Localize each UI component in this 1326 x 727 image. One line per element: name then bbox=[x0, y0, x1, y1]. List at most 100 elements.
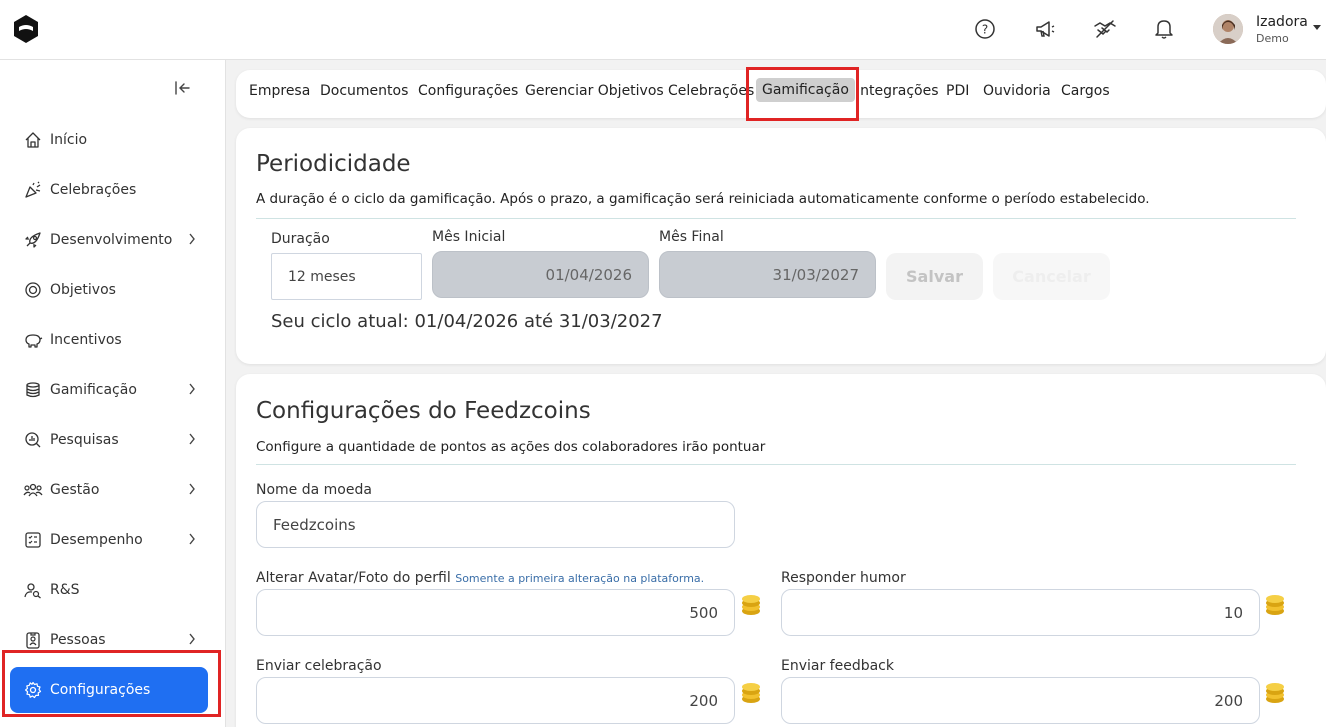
party-icon bbox=[22, 179, 44, 201]
feedback-points-label: Enviar feedback bbox=[781, 658, 894, 674]
mes-final-field: 31/03/2027 bbox=[659, 251, 876, 298]
piggy-bank-icon bbox=[22, 329, 44, 351]
chevron-right-icon bbox=[189, 633, 195, 645]
divider bbox=[256, 464, 1296, 465]
humor-points-input[interactable]: 10 bbox=[781, 589, 1260, 636]
tab-integracoes[interactable]: Integrações bbox=[856, 83, 939, 99]
section-description: A duração é o ciclo da gamificação. Após… bbox=[256, 191, 1150, 207]
sidebar-item-pesquisas[interactable]: Pesquisas bbox=[10, 417, 208, 463]
celebracao-points-input[interactable]: 200 bbox=[256, 677, 735, 724]
divider bbox=[256, 218, 1296, 219]
user-name[interactable]: Izadora bbox=[1256, 14, 1308, 30]
sidebar-item-label: Gestão bbox=[50, 482, 100, 498]
tab-ouvidoria[interactable]: Ouvidoria bbox=[983, 83, 1051, 99]
sidebar-item-label: Pesquisas bbox=[50, 432, 119, 448]
checklist-icon bbox=[22, 529, 44, 551]
coins-icon bbox=[22, 379, 44, 401]
celebracao-points-label: Enviar celebração bbox=[256, 658, 382, 674]
bell-icon[interactable] bbox=[1152, 17, 1176, 41]
chevron-right-icon bbox=[189, 383, 195, 395]
feedzcoins-card: Configurações do Feedzcoins Configure a … bbox=[236, 374, 1326, 727]
sidebar-item-incentivos[interactable]: Incentivos bbox=[10, 317, 208, 363]
duracao-select[interactable]: 12 meses bbox=[271, 253, 422, 300]
feedback-points-value: 200 bbox=[1214, 691, 1243, 710]
avatar[interactable] bbox=[1213, 14, 1243, 44]
mes-final-value: 31/03/2027 bbox=[772, 265, 859, 284]
avatar-points-label-text: Alterar Avatar/Foto do perfil bbox=[256, 570, 451, 586]
tab-pdi[interactable]: PDI bbox=[946, 83, 969, 99]
humor-points-value: 10 bbox=[1223, 603, 1243, 622]
sidebar-item-desempenho[interactable]: Desempenho bbox=[10, 517, 208, 563]
sidebar-item-label: Pessoas bbox=[50, 632, 106, 648]
highlight-box bbox=[2, 650, 221, 717]
svg-text:?: ? bbox=[982, 23, 988, 37]
rocket-icon bbox=[22, 229, 44, 251]
cycle-text: Seu ciclo atual: 01/04/2026 até 31/03/20… bbox=[271, 311, 663, 332]
sidebar-item-label: Início bbox=[50, 132, 88, 148]
mes-inicial-field: 01/04/2026 bbox=[432, 251, 649, 298]
coins-icon bbox=[1266, 595, 1284, 615]
sidebar-item-label: Gamificação bbox=[50, 382, 137, 398]
highlight-box bbox=[746, 67, 859, 121]
chevron-right-icon bbox=[189, 433, 195, 445]
chevron-right-icon bbox=[189, 533, 195, 545]
tab-gerenciar-objetivos[interactable]: Gerenciar Objetivos bbox=[525, 83, 664, 99]
chevron-right-icon bbox=[189, 233, 195, 245]
target-icon bbox=[22, 279, 44, 301]
avatar-points-note: Somente a primeira alteração na platafor… bbox=[455, 572, 705, 585]
tab-configuracoes[interactable]: Configurações bbox=[418, 83, 518, 99]
megaphone-icon[interactable] bbox=[1033, 17, 1057, 41]
section-title: Configurações do Feedzcoins bbox=[256, 398, 591, 424]
sidebar-item-gamificacao[interactable]: Gamificação bbox=[10, 367, 208, 413]
help-icon[interactable]: ? bbox=[973, 17, 997, 41]
search-chart-icon bbox=[22, 429, 44, 451]
coins-icon bbox=[1266, 683, 1284, 703]
tab-celebracoes[interactable]: Celebrações bbox=[668, 83, 754, 99]
section-title: Periodicidade bbox=[256, 151, 411, 177]
sidebar-item-objetivos[interactable]: Objetivos bbox=[10, 267, 208, 313]
sidebar-item-desenvolvimento[interactable]: Desenvolvimento bbox=[10, 217, 208, 263]
currency-value: Feedzcoins bbox=[273, 515, 356, 534]
sidebar-item-label: R&S bbox=[50, 582, 80, 598]
collapse-sidebar-icon[interactable] bbox=[174, 80, 192, 96]
sidebar-item-label: Objetivos bbox=[50, 282, 116, 298]
save-button[interactable]: Salvar bbox=[886, 253, 983, 300]
currency-label: Nome da moeda bbox=[256, 482, 372, 498]
sidebar-item-rs[interactable]: R&S bbox=[10, 567, 208, 613]
sidebar: Início Celebrações Desenvolvimento Objet… bbox=[0, 60, 226, 727]
periodicidade-card: Periodicidade A duração é o ciclo da gam… bbox=[236, 128, 1326, 364]
chevron-right-icon bbox=[189, 483, 195, 495]
top-bar: ? Izadora Demo bbox=[0, 0, 1326, 60]
handshake-icon[interactable] bbox=[1093, 17, 1117, 41]
user-role: Demo bbox=[1256, 32, 1289, 45]
sidebar-item-label: Incentivos bbox=[50, 332, 122, 348]
sidebar-item-gestao[interactable]: Gestão bbox=[10, 467, 208, 513]
coins-icon bbox=[742, 595, 760, 615]
avatar-points-input[interactable]: 500 bbox=[256, 589, 735, 636]
sidebar-item-celebracoes[interactable]: Celebrações bbox=[10, 167, 208, 213]
celebracao-points-value: 200 bbox=[689, 691, 718, 710]
section-description: Configure a quantidade de pontos as açõe… bbox=[256, 439, 766, 455]
chevron-down-icon[interactable] bbox=[1313, 25, 1321, 30]
avatar-points-value: 500 bbox=[689, 603, 718, 622]
team-icon bbox=[22, 479, 44, 501]
badge-icon bbox=[22, 629, 44, 651]
tab-empresa[interactable]: Empresa bbox=[249, 83, 310, 99]
feedback-points-input[interactable]: 200 bbox=[781, 677, 1260, 724]
duracao-value: 12 meses bbox=[288, 268, 356, 285]
app-logo-icon[interactable] bbox=[12, 14, 40, 44]
sidebar-item-label: Desenvolvimento bbox=[50, 232, 173, 248]
coins-icon bbox=[742, 683, 760, 703]
tab-documentos[interactable]: Documentos bbox=[320, 83, 408, 99]
mes-final-label: Mês Final bbox=[659, 229, 724, 245]
avatar-points-label: Alterar Avatar/Foto do perfil Somente a … bbox=[256, 570, 704, 586]
home-icon bbox=[22, 129, 44, 151]
mes-inicial-value: 01/04/2026 bbox=[545, 265, 632, 284]
currency-name-input[interactable]: Feedzcoins bbox=[256, 501, 735, 548]
mes-inicial-label: Mês Inicial bbox=[432, 229, 506, 245]
user-search-icon bbox=[22, 579, 44, 601]
cancel-button[interactable]: Cancelar bbox=[993, 253, 1110, 300]
sidebar-item-inicio[interactable]: Início bbox=[10, 117, 208, 163]
main-content: Empresa Documentos Configurações Gerenci… bbox=[226, 60, 1326, 727]
tab-cargos[interactable]: Cargos bbox=[1061, 83, 1110, 99]
